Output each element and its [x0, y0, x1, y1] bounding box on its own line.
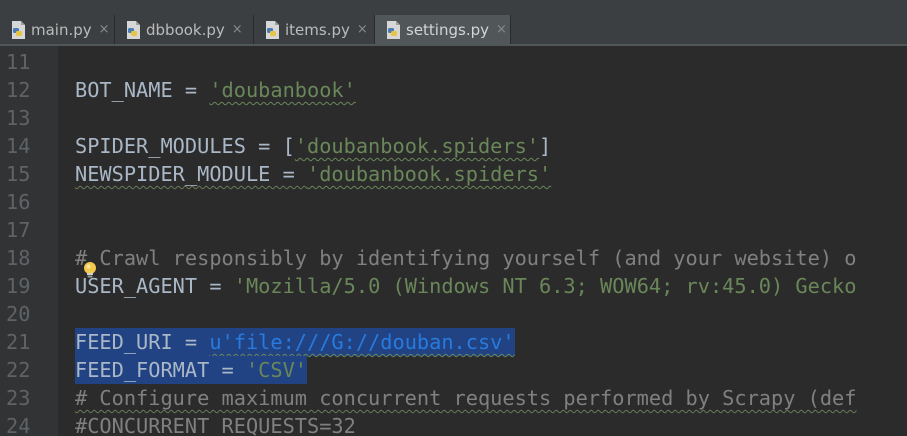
code-text: BOT_NAME = 'doubanbook': [75, 76, 356, 104]
code-line[interactable]: 22 FEED_FORMAT = 'CSV': [0, 356, 907, 384]
code-line[interactable]: 15 NEWSPIDER_MODULE = 'doubanbook.spiders…: [0, 160, 907, 188]
code-line[interactable]: 21 FEED_URI = u'file:///G://douban.csv': [0, 328, 907, 356]
line-number: 23: [6, 386, 31, 410]
code-token: NEWSPIDER_MODULE =: [75, 162, 307, 186]
code-line[interactable]: 17: [0, 216, 907, 244]
lightbulb-icon[interactable]: [82, 261, 98, 279]
code-line[interactable]: 19 USER_AGENT = 'Mozilla/5.0 (Windows NT …: [0, 272, 907, 300]
python-file-icon: [127, 20, 140, 39]
tab-main-py[interactable]: main.py ×: [0, 15, 115, 44]
code-comment: #CONCURRENT_REQUESTS=32: [75, 414, 356, 436]
line-number: 19: [6, 274, 31, 298]
close-icon[interactable]: ×: [99, 23, 110, 36]
code-editor[interactable]: 11 12 BOT_NAME = 'doubanbook' 13 14 SPIDER_MO…: [0, 46, 907, 436]
tab-label: settings.py: [406, 20, 489, 39]
tab-label: items.py: [285, 20, 350, 39]
code-line[interactable]: 16: [0, 188, 907, 216]
line-number: 21: [6, 330, 31, 354]
line-number: 17: [6, 218, 31, 242]
line-number: 13: [6, 106, 31, 130]
tab-dbbook-py[interactable]: dbbook.py ×: [115, 15, 254, 44]
code-token: BOT_NAME =: [75, 78, 210, 102]
code-text: USER_AGENT = 'Mozilla/5.0 (Windows NT 6.…: [75, 272, 856, 300]
code-text: # Configure maximum concurrent requests …: [75, 384, 856, 412]
python-file-icon: [387, 20, 400, 39]
line-number: 20: [6, 302, 31, 326]
tab-label: main.py: [31, 20, 92, 39]
code-string: 'doubanbook': [209, 78, 356, 102]
code-line[interactable]: 13: [0, 104, 907, 132]
line-number: 15: [6, 162, 31, 186]
code-line[interactable]: 12 BOT_NAME = 'doubanbook': [0, 76, 907, 104]
code-text: #CONCURRENT_REQUESTS=32: [75, 412, 356, 436]
code-string: 'CSV': [245, 358, 308, 382]
line-number: 18: [6, 246, 31, 270]
code-line[interactable]: 14 SPIDER_MODULES = ['doubanbook.spiders'…: [0, 132, 907, 160]
selected-code-text: FEED_URI = u'file:///G://douban.csv': [75, 328, 515, 356]
code-token: USER_AGENT =: [75, 274, 234, 298]
tab-settings-py[interactable]: settings.py ×: [375, 15, 511, 44]
close-icon[interactable]: ×: [496, 23, 507, 36]
code-token: FEED_URI =: [75, 330, 210, 354]
selected-code-text: FEED_FORMAT = 'CSV': [75, 356, 308, 384]
line-number: 14: [6, 134, 31, 158]
editor-window: main.py × dbbook.py × items.py × setting…: [0, 0, 907, 436]
tab-label: dbbook.py: [146, 20, 225, 39]
code-line[interactable]: 18 # Crawl responsibly by identifying you…: [0, 244, 907, 272]
code-string: 'doubanbook.spiders': [307, 162, 552, 186]
python-file-icon: [12, 20, 25, 39]
code-text: SPIDER_MODULES = ['doubanbook.spiders']: [75, 132, 551, 160]
python-file-icon: [266, 20, 279, 39]
code-line[interactable]: 24 #CONCURRENT_REQUESTS=32: [0, 412, 907, 436]
line-number: 12: [6, 78, 31, 102]
code-text: NEWSPIDER_MODULE = 'doubanbook.spiders': [75, 160, 551, 188]
code-text: # Crawl responsibly by identifying yours…: [75, 244, 856, 272]
code-line[interactable]: 11: [0, 48, 907, 76]
code-token: ]: [539, 134, 552, 158]
code-string: 'doubanbook.spiders': [294, 134, 540, 158]
line-number: 11: [6, 50, 31, 74]
editor-tab-bar: main.py × dbbook.py × items.py × setting…: [0, 0, 907, 46]
code-comment: # Configure maximum concurrent requests …: [75, 386, 857, 410]
code-comment: # Crawl responsibly by identifying yours…: [75, 246, 857, 270]
code-line[interactable]: 20: [0, 300, 907, 328]
line-number: 24: [6, 414, 31, 436]
code-token: FEED_FORMAT =: [75, 358, 246, 382]
close-icon[interactable]: ×: [232, 23, 243, 36]
line-number: 22: [6, 358, 31, 382]
tab-items-py[interactable]: items.py ×: [254, 15, 375, 44]
code-unicode-string: u'file:///G://douban.csv': [209, 330, 515, 354]
code-token: SPIDER_MODULES = [: [75, 134, 295, 158]
code-string: 'Mozilla/5.0 (Windows NT 6.3; WOW64; rv:…: [233, 274, 857, 298]
close-icon[interactable]: ×: [357, 23, 368, 36]
code-line[interactable]: 23 # Configure maximum concurrent request…: [0, 384, 907, 412]
line-number: 16: [6, 190, 31, 214]
